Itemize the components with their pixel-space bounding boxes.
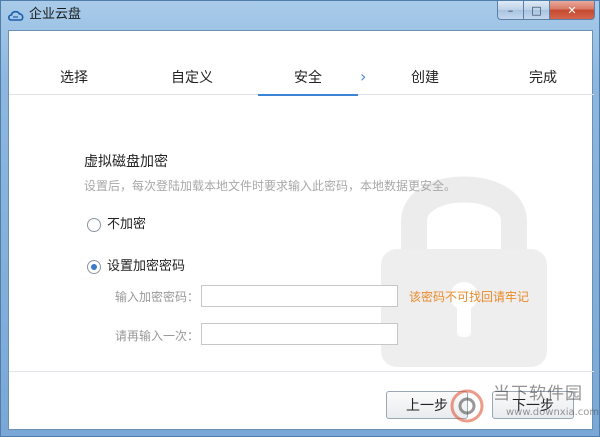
watermark-url: www.downxia.com [506, 407, 600, 418]
title-bar[interactable]: 企业云盘 – □ ✕ [1, 1, 600, 29]
step-create: 创建 [411, 70, 439, 86]
option-no-encryption[interactable]: 不加密 [87, 217, 146, 233]
wizard-panel: 选择 自定义 安全 › 创建 完成 虚拟磁盘加密 设置后，每次登陆加载本地文件时… [8, 30, 594, 430]
confirm-password-input[interactable] [201, 323, 398, 345]
minimize-icon: – [507, 3, 514, 17]
radio-label: 不加密 [107, 217, 147, 232]
radio-label: 设置加密密码 [107, 259, 186, 274]
minimize-button[interactable]: – [497, 1, 524, 20]
active-step-indicator [258, 94, 358, 96]
maximize-button[interactable]: □ [524, 1, 550, 20]
close-button[interactable]: ✕ [550, 1, 595, 20]
step-security: 安全 [294, 70, 322, 86]
section-description: 设置后，每次登陆加载本地文件时要求输入此密码，本地数据更安全。 [84, 179, 457, 193]
step-bar: 选择 自定义 安全 › 创建 完成 [9, 31, 594, 95]
chevron-right-icon: › [360, 67, 367, 86]
radio-set-password[interactable] [87, 260, 101, 274]
password-label: 输入加密密码： [115, 290, 200, 304]
cloud-icon [8, 10, 24, 21]
step-finish: 完成 [529, 70, 557, 86]
step-customize: 自定义 [171, 70, 213, 86]
app-window: 企业云盘 – □ ✕ 选择 自定义 安全 › 创建 完成 虚拟磁盘加密 设置后，… [0, 0, 600, 437]
radio-no-encryption[interactable] [87, 218, 101, 232]
watermark-brand: 当下软件园 [493, 384, 583, 404]
footer-divider [9, 371, 594, 372]
close-icon: ✕ [567, 3, 577, 17]
option-set-password[interactable]: 设置加密密码 [87, 259, 185, 275]
password-warning: 该密码不可找回请牢记 [409, 290, 530, 304]
window-title: 企业云盘 [29, 7, 82, 22]
step-select: 选择 [60, 70, 88, 86]
password-input[interactable] [201, 285, 398, 307]
confirm-label: 请再输入一次： [115, 329, 200, 343]
section-title: 虚拟磁盘加密 [84, 154, 168, 170]
maximize-icon: □ [531, 3, 542, 17]
caption-buttons: – □ ✕ [497, 1, 595, 21]
